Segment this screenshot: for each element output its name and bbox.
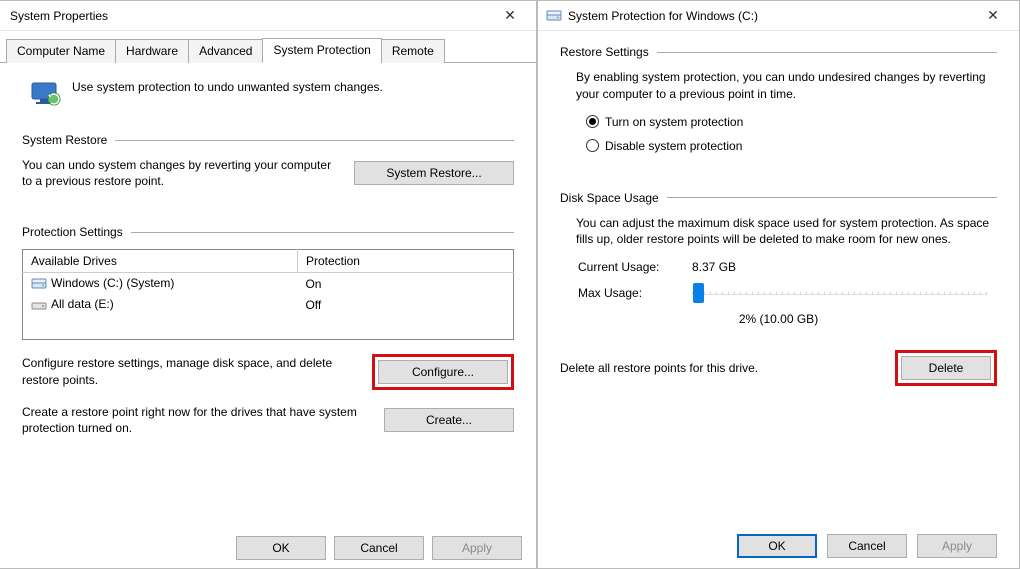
slider-thumb-icon <box>693 283 704 303</box>
intro-text: Use system protection to undo unwanted s… <box>72 79 383 96</box>
tabs-row: Computer Name Hardware Advanced System P… <box>0 37 536 63</box>
system-restore-desc: You can undo system changes by reverting… <box>22 157 342 189</box>
cancel-button[interactable]: Cancel <box>827 534 907 558</box>
drive-icon <box>546 9 562 23</box>
apply-button[interactable]: Apply <box>432 536 522 560</box>
slider-caption: 2% (10.00 GB) <box>560 312 997 326</box>
drive-icon <box>31 298 47 312</box>
table-row[interactable]: All data (E:) Off <box>23 294 514 315</box>
tab-hardware[interactable]: Hardware <box>115 39 189 63</box>
delete-button[interactable]: Delete <box>901 356 991 380</box>
ok-button[interactable]: OK <box>737 534 817 558</box>
drive-name: Windows (C:) (System) <box>51 276 174 290</box>
delete-highlight: Delete <box>895 350 997 386</box>
drive-name: All data (E:) <box>51 297 114 311</box>
dialog-buttons-right: OK Cancel Apply <box>737 534 997 558</box>
col-available-drives: Available Drives <box>31 254 117 268</box>
radio-icon <box>586 139 599 152</box>
radio-disable[interactable]: Disable system protection <box>586 139 997 153</box>
radio-turn-on[interactable]: Turn on system protection <box>586 115 997 129</box>
titlebar-left: System Properties ✕ <box>0 1 536 31</box>
configure-desc: Configure restore settings, manage disk … <box>22 355 360 387</box>
drive-icon <box>31 277 47 291</box>
cancel-button[interactable]: Cancel <box>334 536 424 560</box>
table-row[interactable]: Windows (C:) (System) On <box>23 273 514 294</box>
window-title: System Properties <box>8 9 492 23</box>
section-restore-settings: Restore Settings <box>560 45 649 59</box>
close-icon[interactable]: ✕ <box>975 7 1011 24</box>
delete-desc: Delete all restore points for this drive… <box>560 361 883 375</box>
current-usage-value: 8.37 GB <box>692 260 736 274</box>
configure-highlight: Configure... <box>372 354 514 390</box>
apply-button[interactable]: Apply <box>917 534 997 558</box>
tab-system-protection[interactable]: System Protection <box>262 38 381 63</box>
max-usage-label: Max Usage: <box>578 286 678 300</box>
drive-status: On <box>305 277 321 291</box>
col-protection: Protection <box>306 254 360 268</box>
restore-desc: By enabling system protection, you can u… <box>576 69 997 103</box>
drives-table: Available Drives Protection Windows (C:)… <box>22 249 514 339</box>
tab-computer-name[interactable]: Computer Name <box>6 39 116 63</box>
section-protection-settings: Protection Settings <box>22 225 123 239</box>
current-usage-label: Current Usage: <box>578 260 678 274</box>
radio-icon <box>586 115 599 128</box>
window-title: System Protection for Windows (C:) <box>566 9 975 23</box>
system-restore-button[interactable]: System Restore... <box>354 161 514 185</box>
tab-advanced[interactable]: Advanced <box>188 39 263 63</box>
radio-label-on: Turn on system protection <box>605 115 743 129</box>
drive-status: Off <box>305 298 321 312</box>
create-desc: Create a restore point right now for the… <box>22 404 372 436</box>
max-usage-slider[interactable] <box>692 282 987 304</box>
tab-remote[interactable]: Remote <box>381 39 445 63</box>
create-button[interactable]: Create... <box>384 408 514 432</box>
disk-desc: You can adjust the maximum disk space us… <box>576 215 997 249</box>
section-system-restore: System Restore <box>22 133 107 147</box>
system-protection-icon <box>30 79 62 111</box>
close-icon[interactable]: ✕ <box>492 7 528 24</box>
section-disk-space-usage: Disk Space Usage <box>560 191 659 205</box>
system-protection-dialog: System Protection for Windows (C:) ✕ Res… <box>537 0 1020 569</box>
configure-button[interactable]: Configure... <box>378 360 508 384</box>
titlebar-right: System Protection for Windows (C:) ✕ <box>538 1 1019 31</box>
system-properties-window: System Properties ✕ Computer Name Hardwa… <box>0 0 537 569</box>
radio-label-off: Disable system protection <box>605 139 742 153</box>
dialog-buttons-left: OK Cancel Apply <box>236 536 522 560</box>
ok-button[interactable]: OK <box>236 536 326 560</box>
